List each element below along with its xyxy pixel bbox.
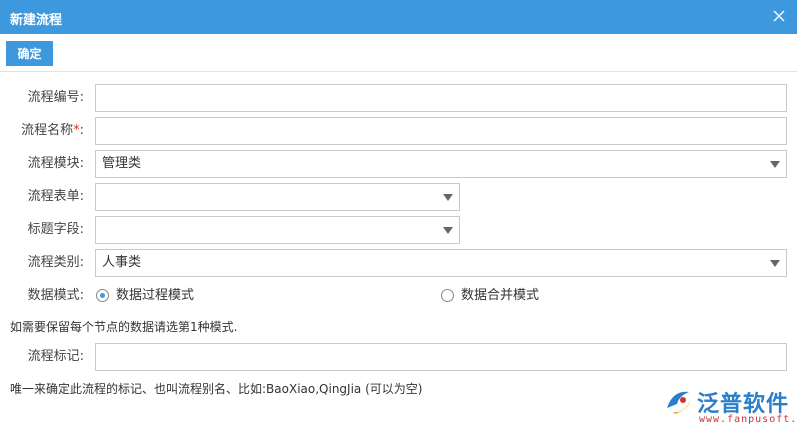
process-tag-note: 唯一来确定此流程的标记、也叫流程别名、比如:BaoXiao,QingJia (可…	[10, 382, 423, 396]
chevron-down-icon	[443, 227, 453, 234]
dialog-title: 新建流程	[10, 13, 63, 28]
brand-watermark: 泛普软件 www.fanpusoft.com	[663, 384, 797, 430]
dialog-titlebar: 新建流程	[0, 0, 797, 34]
brand-url: www.fanpusoft.com	[699, 414, 797, 425]
process-form-select[interactable]	[95, 183, 460, 211]
process-tag-field[interactable]	[95, 343, 787, 371]
chevron-down-icon	[443, 194, 453, 201]
process-number-label: 流程编号:	[27, 90, 84, 105]
process-name-input[interactable]	[96, 118, 786, 144]
data-mode-note: 如需要保留每个节点的数据请选第1种模式.	[10, 320, 238, 334]
process-number-input[interactable]	[96, 85, 786, 111]
radio-label: 数据过程模式	[116, 288, 195, 303]
chevron-down-icon	[770, 260, 780, 267]
brand-logo-icon	[667, 391, 691, 414]
process-name-field[interactable]	[95, 117, 787, 145]
title-field-label: 标题字段:	[27, 222, 84, 237]
process-module-select[interactable]: 管理类	[95, 150, 787, 178]
process-module-label: 流程模块:	[27, 156, 84, 171]
radio-circle[interactable]	[441, 289, 454, 302]
process-module-value: 管理类	[102, 156, 142, 171]
process-category-select[interactable]: 人事类	[95, 249, 787, 277]
process-category-label: 流程类别:	[27, 255, 84, 270]
toolbar: 确定	[0, 34, 797, 72]
process-tag-label: 流程标记:	[27, 349, 84, 364]
radio-label: 数据合并模式	[461, 288, 540, 303]
data-mode-label: 数据模式:	[27, 288, 84, 303]
process-name-label-colon: :	[79, 123, 84, 138]
process-number-field[interactable]	[95, 84, 787, 112]
close-icon[interactable]	[771, 8, 787, 24]
process-form-label: 流程表单:	[27, 189, 84, 204]
radio-circle[interactable]	[96, 289, 109, 302]
radio-dot	[100, 293, 105, 298]
process-category-value: 人事类	[102, 255, 142, 270]
process-tag-input[interactable]	[96, 344, 786, 370]
process-name-label-text: 流程名称	[21, 123, 74, 138]
title-field-select[interactable]	[95, 216, 460, 244]
process-name-label: 流程名称*:	[0, 117, 84, 145]
chevron-down-icon	[770, 161, 780, 168]
confirm-button[interactable]: 确定	[6, 41, 53, 66]
